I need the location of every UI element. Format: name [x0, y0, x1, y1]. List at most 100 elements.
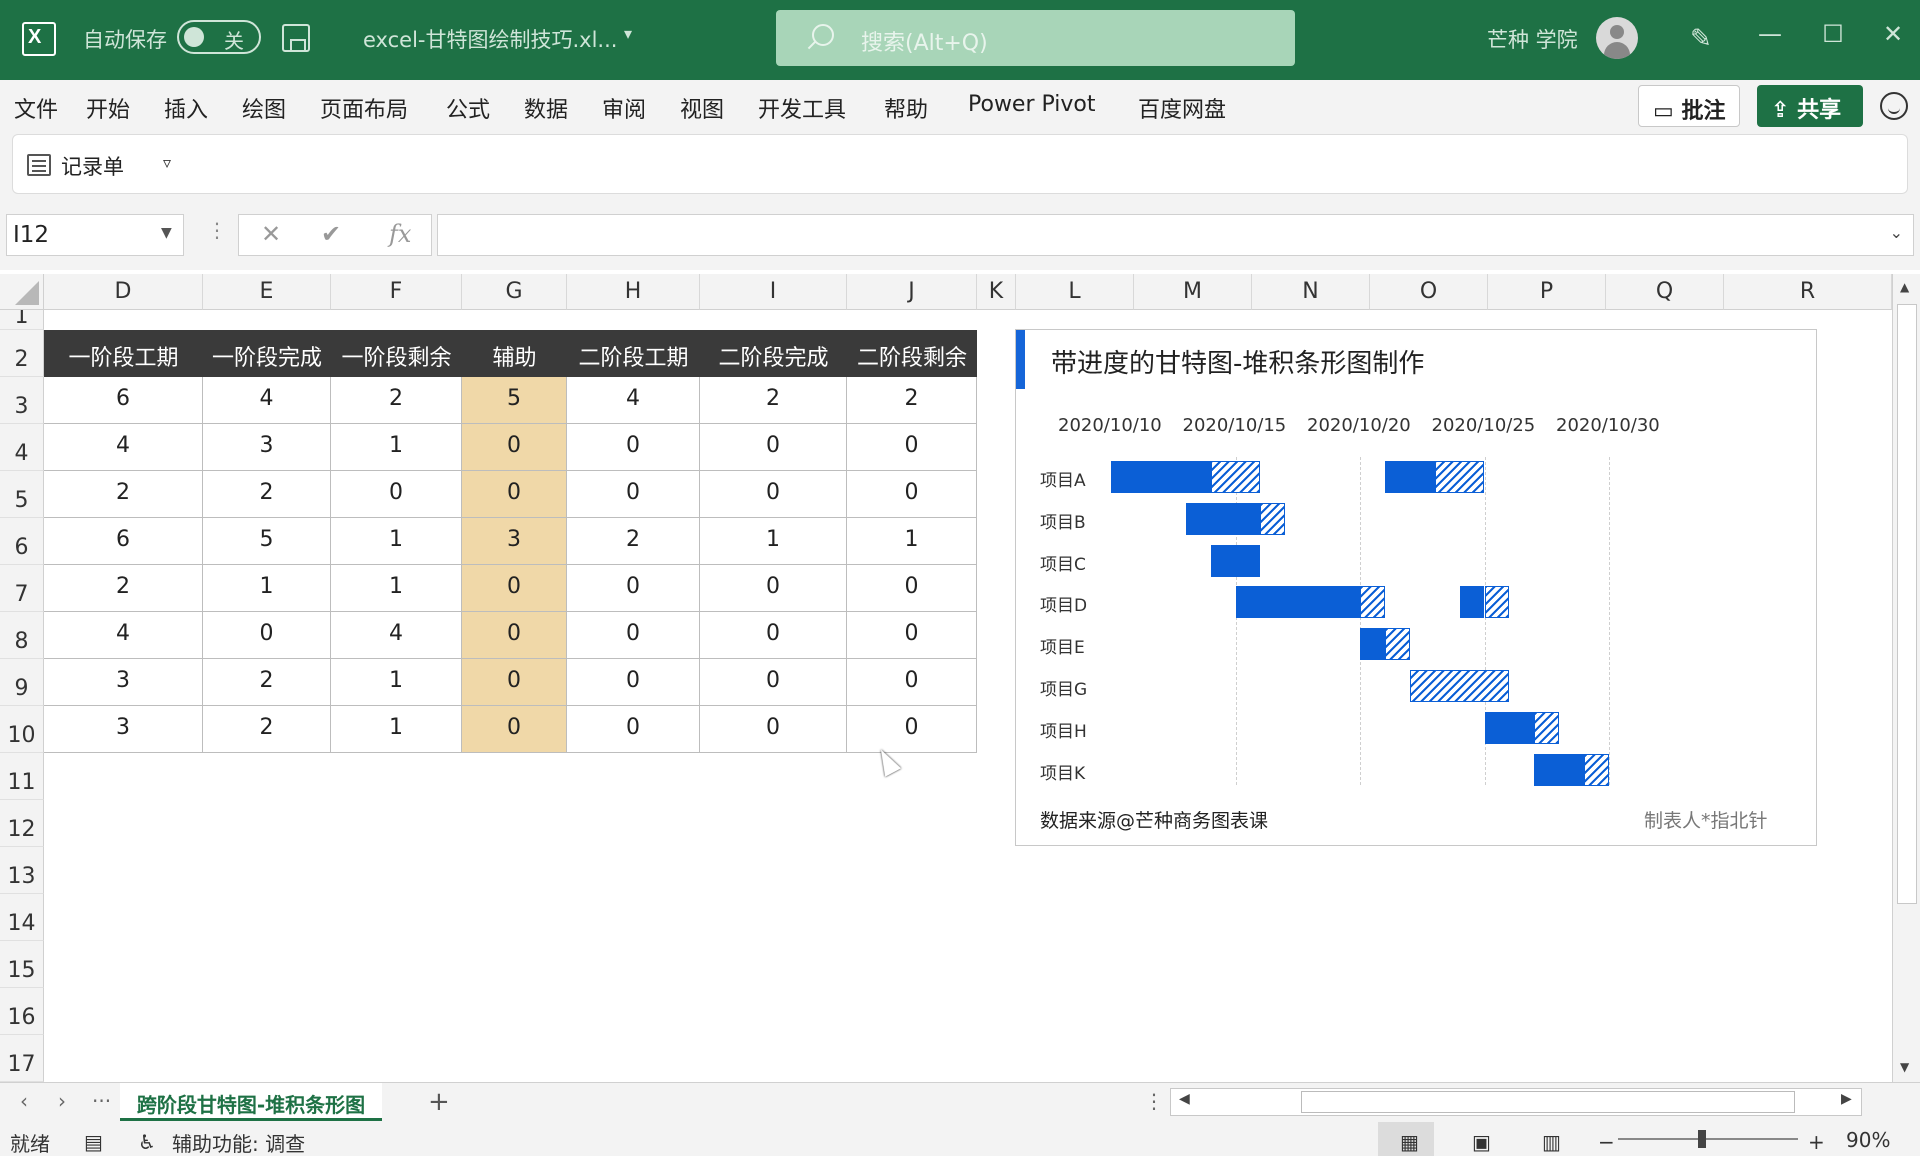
menu-page-layout[interactable]: 页面布局: [320, 92, 408, 124]
table-cell[interactable]: 1: [331, 424, 462, 471]
table-cell[interactable]: 4: [44, 424, 203, 471]
gantt-bar-remaining[interactable]: [1384, 628, 1410, 661]
menu-file[interactable]: 文件: [14, 92, 58, 124]
column-header-Q[interactable]: Q: [1606, 274, 1724, 310]
table-cell[interactable]: 0: [567, 659, 700, 706]
table-cell[interactable]: 2: [567, 518, 700, 565]
table-cell[interactable]: 4: [331, 612, 462, 659]
comments-button[interactable]: ▭ 批注: [1638, 85, 1740, 127]
customize-toolbar-icon[interactable]: ▿: [163, 153, 171, 172]
table-cell[interactable]: 3: [44, 659, 203, 706]
drag-handle-icon[interactable]: ⋮: [207, 218, 227, 242]
zoom-in-icon[interactable]: +: [1808, 1130, 1825, 1154]
gantt-bar-done[interactable]: [1534, 753, 1585, 786]
table-cell[interactable]: 0: [462, 706, 567, 753]
table-cell[interactable]: 0: [567, 424, 700, 471]
column-header-K[interactable]: K: [977, 274, 1016, 310]
column-header-M[interactable]: M: [1134, 274, 1252, 310]
table-cell[interactable]: 0: [847, 424, 977, 471]
gantt-bar-done[interactable]: [1210, 544, 1261, 577]
table-cell[interactable]: 0: [331, 471, 462, 518]
row-header-6[interactable]: 6: [0, 518, 44, 565]
table-cell[interactable]: 0: [847, 659, 977, 706]
table-cell[interactable]: 2: [331, 377, 462, 424]
table-cell[interactable]: 0: [847, 565, 977, 612]
column-header-J[interactable]: J: [847, 274, 977, 310]
table-cell[interactable]: 0: [462, 424, 567, 471]
table-cell[interactable]: 0: [700, 471, 847, 518]
table-cell[interactable]: 2: [203, 706, 331, 753]
column-header-D[interactable]: D: [44, 274, 203, 310]
name-box[interactable]: I12 ▼: [6, 214, 184, 256]
gantt-bar-done[interactable]: [1384, 461, 1435, 493]
table-cell[interactable]: 2: [44, 471, 203, 518]
table-cell[interactable]: 1: [331, 565, 462, 612]
more-sheets-icon[interactable]: ···: [92, 1089, 111, 1113]
table-cell[interactable]: 2: [700, 377, 847, 424]
gantt-bar-remaining[interactable]: [1360, 586, 1385, 619]
gantt-bar-done[interactable]: [1360, 628, 1385, 661]
pen-icon[interactable]: ✎: [1690, 24, 1712, 54]
chevron-down-icon[interactable]: ▼: [161, 225, 172, 241]
table-cell[interactable]: 3: [462, 518, 567, 565]
gantt-bar-remaining[interactable]: [1260, 502, 1286, 535]
gantt-bar-remaining[interactable]: [1484, 586, 1510, 619]
scroll-down-icon[interactable]: ▼: [1900, 1060, 1909, 1074]
avatar[interactable]: [1596, 17, 1638, 59]
menu-power-pivot[interactable]: Power Pivot: [968, 92, 1096, 117]
row-header-2[interactable]: 2: [0, 330, 44, 377]
row-header-9[interactable]: 9: [0, 659, 44, 706]
gantt-bar-done[interactable]: [1484, 711, 1535, 744]
gantt-bar-done[interactable]: [1459, 586, 1485, 619]
menu-draw[interactable]: 绘图: [242, 92, 286, 124]
maximize-button[interactable]: ☐: [1815, 20, 1851, 48]
vertical-scrollbar[interactable]: ▲ ▼: [1892, 274, 1920, 1082]
table-cell[interactable]: 5: [203, 518, 331, 565]
vertical-scroll-thumb[interactable]: [1897, 304, 1917, 904]
enter-icon[interactable]: ✔: [321, 220, 341, 248]
row-header-4[interactable]: 4: [0, 424, 44, 471]
table-cell[interactable]: 2: [203, 471, 331, 518]
table-cell[interactable]: 2: [44, 565, 203, 612]
table-cell[interactable]: 0: [462, 565, 567, 612]
gantt-bar-remaining[interactable]: [1584, 753, 1609, 786]
row-header-11[interactable]: 11: [0, 753, 44, 800]
table-cell[interactable]: 0: [462, 612, 567, 659]
chevron-down-icon[interactable]: ▾: [624, 24, 632, 43]
table-cell[interactable]: 4: [203, 377, 331, 424]
splitter-icon[interactable]: ⋮: [1144, 1089, 1164, 1113]
menu-insert[interactable]: 插入: [164, 92, 208, 124]
table-cell[interactable]: 0: [700, 706, 847, 753]
row-header-15[interactable]: 15: [0, 941, 44, 988]
table-cell[interactable]: 6: [44, 518, 203, 565]
column-header-F[interactable]: F: [331, 274, 462, 310]
select-all-button[interactable]: [0, 274, 44, 310]
table-cell[interactable]: 0: [847, 612, 977, 659]
table-cell[interactable]: 1: [331, 706, 462, 753]
table-cell[interactable]: 0: [700, 612, 847, 659]
gantt-bar-remaining[interactable]: [1409, 670, 1510, 702]
column-header-E[interactable]: E: [203, 274, 331, 310]
row-header-5[interactable]: 5: [0, 471, 44, 518]
column-header-I[interactable]: I: [700, 274, 847, 310]
scroll-left-icon[interactable]: ◀: [1179, 1091, 1190, 1107]
row-header-3[interactable]: 3: [0, 377, 44, 424]
menu-baidu-netdisk[interactable]: 百度网盘: [1138, 92, 1226, 124]
table-cell[interactable]: 0: [567, 706, 700, 753]
zoom-level[interactable]: 90%: [1846, 1128, 1890, 1152]
menu-developer[interactable]: 开发工具: [758, 92, 846, 124]
row-header-10[interactable]: 10: [0, 706, 44, 753]
zoom-slider[interactable]: [1618, 1138, 1798, 1140]
row-header-8[interactable]: 8: [0, 612, 44, 659]
scroll-up-icon[interactable]: ▲: [1900, 280, 1909, 294]
zoom-out-icon[interactable]: −: [1598, 1130, 1615, 1154]
menu-review[interactable]: 审阅: [602, 92, 646, 124]
table-cell[interactable]: 1: [700, 518, 847, 565]
menu-view[interactable]: 视图: [680, 92, 724, 124]
feedback-smiley-icon[interactable]: [1880, 92, 1908, 120]
table-cell[interactable]: 4: [567, 377, 700, 424]
table-cell[interactable]: 0: [203, 612, 331, 659]
column-header-O[interactable]: O: [1370, 274, 1488, 310]
column-header-G[interactable]: G: [462, 274, 567, 310]
table-header-cell[interactable]: 一阶段剩余: [331, 330, 462, 377]
